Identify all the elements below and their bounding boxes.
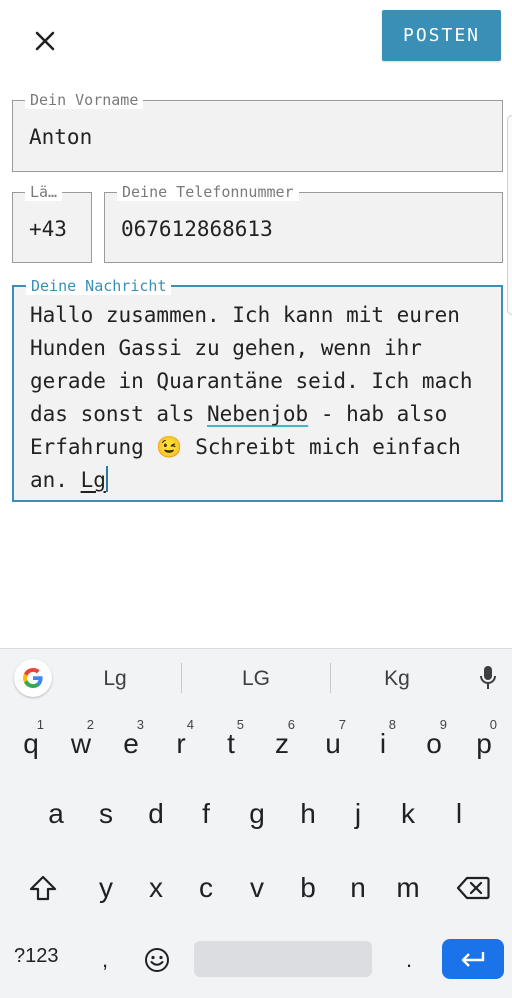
- shift-key[interactable]: [18, 865, 68, 911]
- key-q[interactable]: 1q: [6, 717, 56, 767]
- phone-value: 067612868613: [121, 217, 273, 241]
- suggestion-divider: [181, 663, 182, 693]
- key-r[interactable]: 4r: [156, 717, 206, 767]
- key-t[interactable]: 5t: [206, 717, 256, 767]
- emoji-key[interactable]: [134, 937, 180, 983]
- key-w[interactable]: 2w: [56, 717, 106, 767]
- comma-key[interactable]: ,: [82, 937, 128, 983]
- phone-label: Deine Telefonnummer: [117, 183, 299, 201]
- country-code-value: +43: [29, 217, 67, 241]
- country-code-label: Lä…: [25, 183, 63, 201]
- keyboard: Lg LG Kg 1q 2w 3e 4r 5t 6z 7u 8i 9o 0p a…: [0, 648, 512, 998]
- first-name-field[interactable]: Dein Vorname Anton: [12, 91, 503, 172]
- shift-icon: [29, 875, 57, 901]
- key-n[interactable]: n: [333, 865, 383, 911]
- key-l[interactable]: l: [434, 791, 484, 837]
- backspace-icon: [456, 876, 490, 900]
- country-code-field[interactable]: Lä… +43: [12, 183, 92, 263]
- close-button[interactable]: [28, 24, 62, 58]
- suggestion-2[interactable]: LG: [206, 667, 306, 691]
- key-o[interactable]: 9o: [409, 717, 459, 767]
- enter-key[interactable]: [442, 939, 504, 979]
- suggestion-divider: [330, 663, 331, 693]
- composing-word: Lg: [80, 468, 106, 492]
- key-z[interactable]: 6z: [257, 717, 307, 767]
- key-y[interactable]: y: [81, 865, 131, 911]
- key-m[interactable]: m: [383, 865, 433, 911]
- key-x[interactable]: x: [131, 865, 181, 911]
- key-e[interactable]: 3e: [106, 717, 156, 767]
- space-bar[interactable]: [194, 941, 372, 977]
- key-d[interactable]: d: [131, 791, 181, 837]
- scroll-handle[interactable]: [507, 115, 512, 315]
- message-text: Hallo zusammen. Ich kann mit euren Hunde…: [30, 299, 492, 497]
- mic-icon: [480, 666, 496, 689]
- key-b[interactable]: b: [283, 865, 333, 911]
- close-icon: [35, 31, 55, 51]
- enter-icon: [461, 952, 485, 967]
- key-i[interactable]: 8i: [358, 717, 408, 767]
- first-name-label: Dein Vorname: [25, 91, 144, 109]
- suggestion-bar: Lg LG Kg: [0, 649, 512, 706]
- key-k[interactable]: k: [383, 791, 433, 837]
- key-s[interactable]: s: [81, 791, 131, 837]
- message-label: Deine Nachricht: [26, 277, 172, 295]
- emoji-icon: [145, 948, 169, 972]
- message-field[interactable]: Deine Nachricht Hallo zusammen. Ich kann…: [12, 277, 503, 502]
- top-bar: POSTEN: [0, 0, 512, 80]
- phone-field[interactable]: Deine Telefonnummer 067612868613: [104, 183, 503, 263]
- suggestion-1[interactable]: Lg: [65, 667, 165, 691]
- key-j[interactable]: j: [333, 791, 383, 837]
- key-h[interactable]: h: [283, 791, 333, 837]
- mic-button[interactable]: [474, 663, 502, 693]
- period-key[interactable]: .: [386, 937, 432, 983]
- key-u[interactable]: 7u: [308, 717, 358, 767]
- key-a[interactable]: a: [31, 791, 81, 837]
- key-p[interactable]: 0p: [459, 717, 509, 767]
- symbols-key[interactable]: ?123: [14, 945, 59, 968]
- backspace-key[interactable]: [446, 865, 500, 911]
- google-g-icon: [23, 668, 43, 688]
- google-icon[interactable]: [14, 659, 52, 697]
- spellcheck-word[interactable]: Nebenjob: [207, 402, 308, 426]
- key-c[interactable]: c: [181, 865, 231, 911]
- first-name-value: Anton: [29, 125, 93, 149]
- key-v[interactable]: v: [232, 865, 282, 911]
- text-cursor: [105, 466, 108, 492]
- key-f[interactable]: f: [181, 791, 231, 837]
- key-g[interactable]: g: [232, 791, 282, 837]
- suggestion-3[interactable]: Kg: [347, 667, 447, 691]
- post-button[interactable]: POSTEN: [382, 10, 501, 61]
